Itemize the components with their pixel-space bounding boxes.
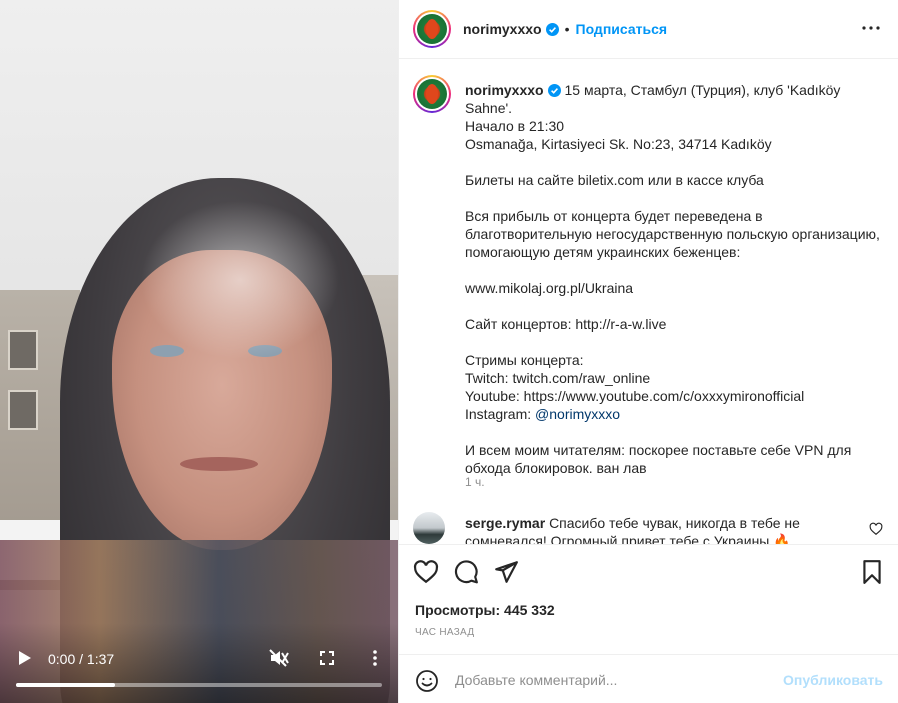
- comment-text: serge.rymar Спасибо тебе чувак, никогда …: [465, 514, 865, 544]
- caption-avatar[interactable]: [413, 75, 451, 113]
- fullscreen-icon: [320, 651, 334, 665]
- caption-line: Youtube: https://www.youtube.com/c/oxxxy…: [465, 388, 805, 404]
- caption-line: Вся прибыль от концерта будет переведена…: [465, 208, 763, 224]
- paper-plane-icon[interactable]: [493, 559, 519, 585]
- heart-icon[interactable]: [413, 559, 439, 585]
- video-person-mouth: [180, 457, 258, 471]
- caption-line: благотворительную негосударственную поль…: [465, 226, 880, 242]
- video-more-button[interactable]: [364, 647, 386, 669]
- caption-line: Начало в 21:30: [465, 118, 565, 134]
- video-progress-bar[interactable]: [16, 683, 382, 687]
- publish-button[interactable]: Опубликовать: [783, 672, 883, 688]
- post-header: norimyxxxo • Подписаться: [399, 0, 898, 59]
- mute-button[interactable]: [268, 647, 290, 669]
- video-duration: 1:37: [86, 651, 115, 667]
- video-light-glare: [140, 200, 340, 360]
- header-dot-separator: •: [564, 21, 570, 37]
- caption-line: Сайт концертов: http://r-a-w.live: [465, 316, 667, 332]
- caption-text: norimyxxxo 15 марта, Стамбул (Турция), к…: [465, 81, 889, 477]
- video-time-separator: /: [79, 651, 84, 667]
- comments-section[interactable]: norimyxxxo 15 марта, Стамбул (Турция), к…: [399, 59, 898, 544]
- avatar-image: [417, 14, 447, 44]
- header-username[interactable]: norimyxxxo: [463, 21, 542, 37]
- verified-badge-icon: [545, 22, 559, 36]
- caption-line: помогающую детям украинских беженцев:: [465, 244, 741, 260]
- smiley-icon[interactable]: [415, 669, 439, 693]
- caption-line: Стримы концерта:: [465, 352, 584, 368]
- caption-line: www.mikolaj.org.pl/Ukraina: [465, 280, 634, 296]
- play-icon: [19, 651, 31, 665]
- avatar[interactable]: [413, 10, 451, 48]
- comment-bubble-icon[interactable]: [453, 559, 479, 585]
- instagram-label: Instagram:: [465, 406, 536, 422]
- more-options-button[interactable]: [861, 18, 881, 38]
- play-button[interactable]: [14, 647, 36, 669]
- caption-line: Билеты на сайте biletix.com или в кассе …: [465, 172, 764, 188]
- comment-avatar[interactable]: [413, 512, 445, 544]
- video-progress-fill: [16, 683, 115, 687]
- mention-link[interactable]: @norimyxxxo: [535, 406, 620, 422]
- comment-like-icon[interactable]: [869, 522, 883, 536]
- add-comment-bar: Опубликовать: [399, 654, 898, 703]
- post-actions: Просмотры: 445 332 ЧАС НАЗАД: [399, 544, 898, 654]
- caption-line-instagram: Instagram: @norimyxxxo: [465, 405, 889, 423]
- caption-line: Osmanağa, Kirtasiyeci Sk. No:23, 34714 K…: [465, 136, 772, 152]
- caption-time-ago[interactable]: 1 ч.: [465, 475, 485, 489]
- caption-line: Twitch: twitch.com/raw_online: [465, 370, 651, 386]
- comment-input[interactable]: [455, 665, 775, 695]
- video-current-time: 0:00: [48, 651, 76, 667]
- verified-badge-icon: [547, 84, 561, 97]
- comment-username[interactable]: serge.rymar: [465, 515, 545, 531]
- follow-button[interactable]: Подписаться: [576, 21, 668, 37]
- posted-time: ЧАС НАЗАД: [415, 627, 475, 638]
- caption-line: обхода блокировок. ван лав: [465, 460, 647, 476]
- video-time: 0:00 / 1:37: [48, 651, 114, 667]
- post-side-panel: norimyxxxo • Подписаться norimyxxxo 15 м…: [398, 0, 898, 703]
- fullscreen-button[interactable]: [316, 647, 338, 669]
- post-caption: [413, 75, 451, 113]
- video-player[interactable]: 0:00 / 1:37: [0, 0, 398, 703]
- bookmark-icon[interactable]: [859, 559, 885, 585]
- caption-line: И всем моим читателям: поскорее поставьт…: [465, 442, 852, 458]
- caption-username[interactable]: norimyxxxo: [465, 82, 544, 98]
- horizontal-dots-icon: [862, 26, 880, 30]
- views-count[interactable]: Просмотры: 445 332: [415, 602, 555, 618]
- vertical-dots-icon: [373, 650, 377, 666]
- speaker-muted-icon: [269, 649, 289, 667]
- caption-avatar-image: [417, 79, 447, 109]
